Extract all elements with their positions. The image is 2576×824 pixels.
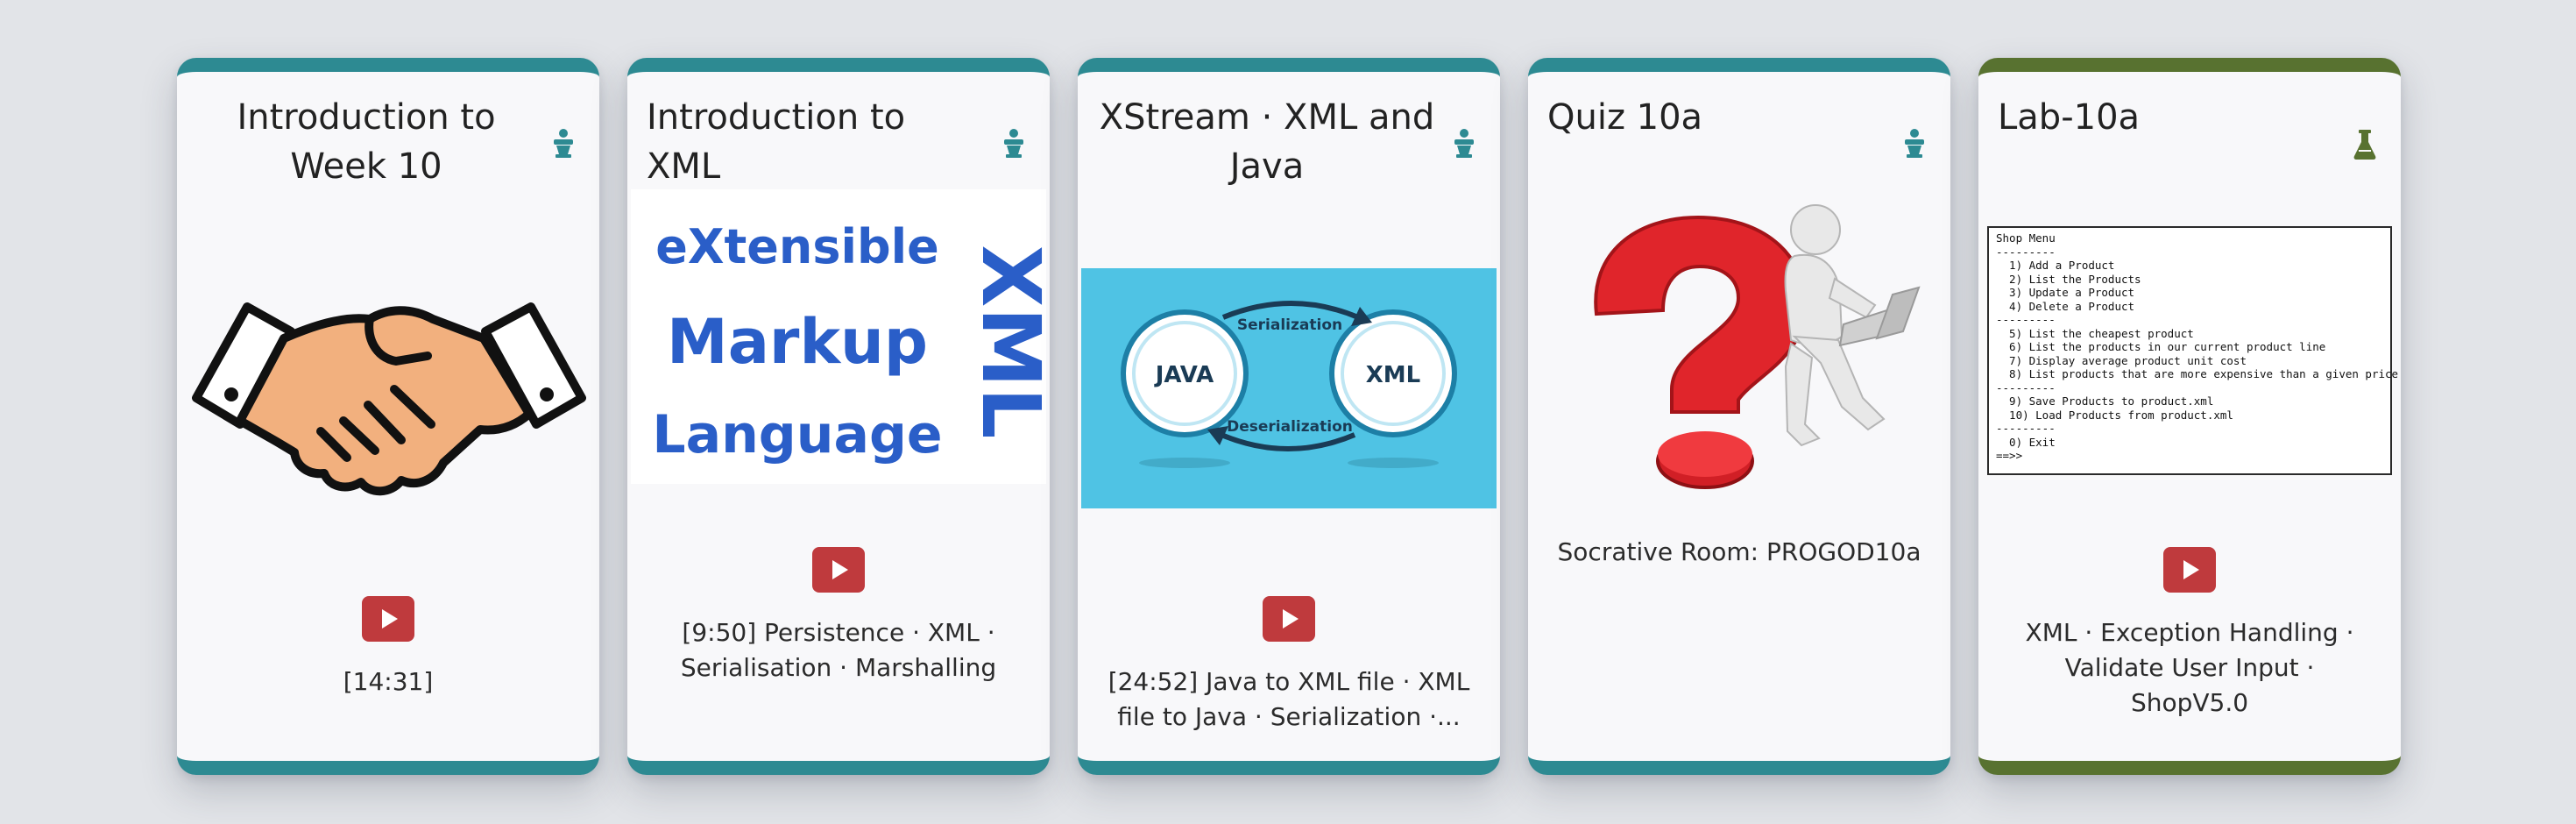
card-title[interactable]: Introduction to Week 10 [196, 93, 536, 191]
flask-icon [2353, 130, 2376, 160]
console-line: Shop Menu [1996, 231, 2056, 245]
card-caption: [9:50] Persistence · XML · Serialisation… [680, 618, 997, 682]
play-video-button[interactable] [812, 547, 865, 593]
card-title[interactable]: Quiz 10a [1547, 93, 1887, 142]
console-line: 4) Delete a Product [1996, 299, 2135, 313]
card-lab-10a[interactable]: Lab-10a Shop Menu --------- 1) Add a Prod… [1978, 58, 2401, 775]
console-line: 10) Load Products from product.xml [1996, 408, 2233, 422]
question-mark-figure-image [1594, 204, 1921, 489]
xml-logo-line3: Language [652, 404, 942, 465]
lecture-icon [1454, 129, 1474, 158]
serialization-label: Serialization [1237, 316, 1342, 334]
card-caption: [24:52] Java to XML file · XML file to J… [1108, 667, 1470, 731]
console-line: --------- [1996, 380, 2056, 394]
console-line: 7) Display average product unit cost [1996, 353, 2247, 367]
xml-logo-side: XML [964, 245, 1046, 438]
card-caption: Socrative Room: PROGOD10a [1557, 537, 1921, 566]
console-line: ==>> [1996, 449, 2023, 462]
serialization-diagram: JAVA XML Serialization Deserialization [1081, 268, 1497, 508]
console-line: --------- [1996, 313, 2056, 326]
lecture-icon [1905, 129, 1924, 158]
page: Introduction to Week 10 [14:31] Introduc… [0, 0, 2576, 824]
lecture-icon [1004, 129, 1023, 158]
console-line: --------- [1996, 245, 2056, 259]
xml-logo-line1: eXtensible [655, 219, 939, 274]
xml-logo-line2: Markup [667, 306, 928, 378]
play-video-button[interactable] [2163, 547, 2216, 593]
console-line: 1) Add a Product [1996, 259, 2115, 272]
console-line: 9) Save Products to product.xml [1996, 394, 2214, 408]
console-line: 8) List products that are more expensive… [1996, 367, 2399, 380]
play-video-button[interactable] [362, 596, 414, 642]
card-deck: Introduction to Week 10 [14:31] Introduc… [177, 58, 2401, 775]
card-intro-xml[interactable]: Introduction to XML eXtensible Markup La… [627, 58, 1050, 775]
console-line: --------- [1996, 422, 2056, 435]
console-line: 5) List the cheapest product [1996, 326, 2194, 340]
console-line: 2) List the Products [1996, 272, 2141, 286]
card-quiz-10a[interactable]: Quiz 10a Socrative Room: PROGOD10a [1528, 58, 1950, 775]
xml-logo-image: eXtensible Markup Language XML [631, 189, 1046, 484]
deserialization-label: Deserialization [1227, 418, 1353, 436]
lecture-icon [554, 129, 573, 158]
card-title[interactable]: Lab-10a [1998, 93, 2338, 142]
play-video-button[interactable] [1263, 596, 1315, 642]
shop-menu-console-image: Shop Menu --------- 1) Add a Product 2) L… [1987, 226, 2399, 475]
card-caption: XML · Exception Handling · Validate User… [2025, 618, 2354, 717]
console-line: 3) Update a Product [1996, 286, 2135, 299]
xml-label: XML [1366, 362, 1421, 388]
card-intro-week-10[interactable]: Introduction to Week 10 [14:31] [177, 58, 599, 775]
card-xstream[interactable]: XStream · XML and Java JAVA XML Serializ… [1078, 58, 1500, 775]
card-caption: [14:31] [343, 667, 434, 696]
console-line: 6) List the products in our current prod… [1996, 340, 2326, 353]
java-label: JAVA [1154, 362, 1214, 388]
card-title[interactable]: Introduction to XML [647, 93, 987, 191]
card-title[interactable]: XStream · XML and Java [1097, 93, 1437, 191]
handshake-image [192, 302, 586, 496]
console-line: 0) Exit [1996, 435, 2056, 449]
